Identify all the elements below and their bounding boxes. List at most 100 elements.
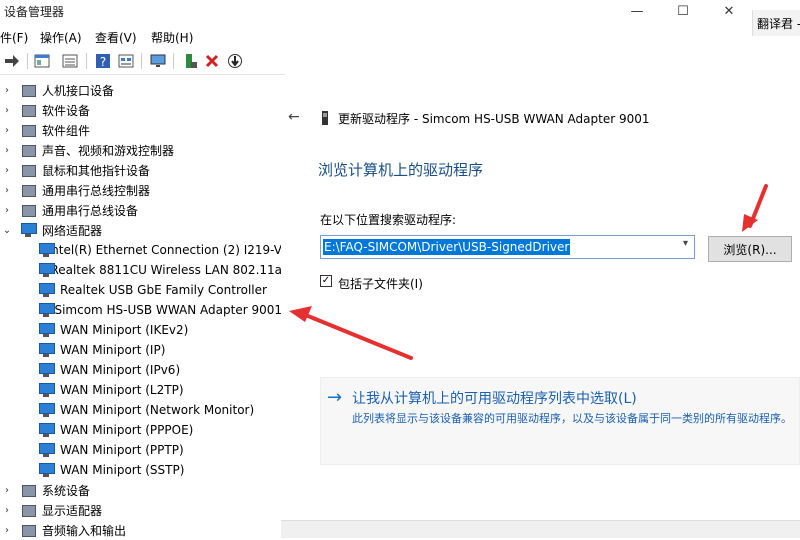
dialog-title: 更新驱动程序 - Simcom HS-USB WWAN Adapter 9001	[338, 112, 650, 126]
include-subfolders-checkbox[interactable]: ✓	[320, 275, 332, 287]
minimize-button[interactable]: —	[614, 0, 660, 22]
tree-item-label: WAN Miniport (PPTP)	[60, 443, 184, 457]
network-adapter-icon	[38, 322, 55, 338]
tree-item-label: Realtek USB GbE Family Controller	[60, 283, 267, 297]
menu-help[interactable]: 帮助(H)	[151, 29, 193, 46]
tree-category[interactable]: › 软件设备	[2, 100, 90, 120]
chevron-right-icon[interactable]: ›	[2, 140, 12, 160]
uninstall-icon[interactable]	[203, 52, 221, 70]
tree-category[interactable]: › 通用串行总线控制器	[2, 180, 150, 200]
chevron-right-icon[interactable]: ›	[2, 200, 12, 220]
network-adapter-icon	[38, 282, 55, 298]
tree-category-network[interactable]: ⌄ 网络适配器	[2, 220, 102, 240]
network-adapter-icon	[38, 242, 55, 258]
tree-item-network-adapter[interactable]: WAN Miniport (SSTP)	[38, 460, 282, 480]
window-title: 设备管理器	[4, 5, 65, 19]
chevron-right-icon[interactable]: ›	[2, 160, 12, 180]
toolbar-separator	[173, 53, 174, 69]
tree-item-label: Intel(R) Ethernet Connection (2) I219-V	[47, 243, 282, 257]
tree-category[interactable]: › 音频输入和输出	[2, 520, 126, 540]
tree-category-label: 声音、视频和游戏控制器	[42, 143, 175, 158]
tree-category-label: 鼠标和其他指针设备	[42, 163, 151, 178]
menu-action[interactable]: 操作(A)	[40, 29, 82, 46]
tree-item-simcom-adapter[interactable]: Simcom HS-USB WWAN Adapter 9001	[38, 300, 282, 320]
tree-item-network-adapter[interactable]: WAN Miniport (IKEv2)	[38, 320, 282, 340]
tree-category[interactable]: › 鼠标和其他指针设备	[2, 160, 150, 180]
maximize-button[interactable]: ☐	[660, 0, 706, 22]
driver-path-combobox[interactable]: E:\FAQ-SIMCOM\Driver\USB-SignedDriver ▾	[320, 235, 695, 259]
toolbar-separator	[27, 53, 28, 69]
driver-path-value[interactable]: E:\FAQ-SIMCOM\Driver\USB-SignedDriver	[323, 239, 571, 255]
details-icon[interactable]	[61, 52, 79, 70]
sound-icon	[20, 142, 36, 158]
audio-io-icon	[20, 522, 36, 538]
tree-item-network-adapter[interactable]: WAN Miniport (PPTP)	[38, 440, 282, 460]
chevron-right-icon[interactable]: ›	[2, 80, 12, 100]
tree-category[interactable]: › 声音、视频和游戏控制器	[2, 140, 174, 160]
browse-button[interactable]: 浏览(R)...	[708, 236, 792, 262]
tree-category[interactable]: › 软件组件	[2, 120, 90, 140]
arrow-right-icon: →	[327, 387, 343, 408]
tree-item-label: WAN Miniport (SSTP)	[60, 463, 185, 477]
svg-text:?: ?	[100, 55, 106, 69]
tree-item-network-adapter[interactable]: Intel(R) Ethernet Connection (2) I219-V	[38, 240, 282, 260]
tree-category-label: 通用串行总线控制器	[42, 183, 151, 198]
forward-icon[interactable]	[3, 52, 21, 70]
chevron-right-icon[interactable]: ›	[2, 180, 12, 200]
chevron-right-icon[interactable]: ›	[2, 100, 12, 120]
menu-view[interactable]: 查看(V)	[95, 29, 137, 46]
network-adapter-icon	[38, 462, 55, 478]
back-arrow-icon[interactable]: ←	[288, 109, 300, 125]
tree-item-network-adapter[interactable]: WAN Miniport (L2TP)	[38, 380, 282, 400]
taskbar-tab-translator[interactable]: 翻译君 - 谷	[752, 10, 800, 36]
device-icon	[320, 111, 330, 128]
tree-category[interactable]: › 显示适配器	[2, 500, 102, 520]
software-component-icon	[20, 122, 36, 138]
tree-category[interactable]: › 人机接口设备	[2, 80, 114, 100]
usb-icon	[20, 182, 36, 198]
properties-icon[interactable]	[33, 52, 51, 70]
tree-item-network-adapter[interactable]: Realtek USB GbE Family Controller	[38, 280, 282, 300]
tree-category-label: 网络适配器	[42, 223, 103, 238]
tree-category-label: 软件组件	[42, 123, 91, 138]
tree-item-label: WAN Miniport (PPPOE)	[60, 423, 194, 437]
chevron-right-icon[interactable]: ›	[2, 480, 12, 500]
network-adapter-icon	[38, 382, 55, 398]
dialog-footer	[281, 520, 800, 538]
network-adapter-icon	[38, 442, 55, 458]
menu-file[interactable]: 件(F)	[0, 29, 28, 46]
tree-item-network-adapter[interactable]: WAN Miniport (IP)	[38, 340, 282, 360]
disable-icon[interactable]	[226, 52, 244, 70]
include-subfolders-label[interactable]: 包括子文件夹(I)	[338, 275, 423, 292]
update-driver-icon[interactable]	[181, 52, 199, 70]
network-adapter-icon	[38, 302, 55, 318]
monitor-icon[interactable]	[149, 52, 167, 70]
tree-category-label: 通用串行总线设备	[42, 203, 139, 218]
tree-category[interactable]: › 系统设备	[2, 480, 90, 500]
toolbar-separator	[141, 53, 142, 69]
tree-item-network-adapter[interactable]: WAN Miniport (Network Monitor)	[38, 400, 282, 420]
tree-item-network-adapter[interactable]: WAN Miniport (IPv6)	[38, 360, 282, 380]
view-icon[interactable]	[117, 52, 135, 70]
tree-item-label: WAN Miniport (IP)	[60, 343, 166, 357]
chevron-down-icon[interactable]: ⌄	[2, 220, 12, 240]
dialog-heading: 浏览计算机上的驱动程序	[318, 161, 484, 179]
tree-category[interactable]: › 通用串行总线设备	[2, 200, 138, 220]
tree-item-network-adapter[interactable]: Realtek 8811CU Wireless LAN 802.11a	[38, 260, 282, 280]
tree-item-label: WAN Miniport (Network Monitor)	[60, 403, 255, 417]
tree-category-label: 人机接口设备	[42, 83, 115, 98]
chevron-right-icon[interactable]: ›	[2, 500, 12, 520]
tree-item-network-adapter[interactable]: WAN Miniport (PPPOE)	[38, 420, 282, 440]
help-icon[interactable]: ?	[94, 52, 112, 70]
network-adapter-icon	[38, 422, 55, 438]
pick-driver-option-description: 此列表将显示与该设备兼容的可用驱动程序，以及与该设备属于同一类别的所有驱动程序。	[352, 412, 792, 425]
tree-item-label: Simcom HS-USB WWAN Adapter 9001	[54, 303, 282, 317]
network-adapter-icon	[38, 262, 55, 278]
close-button[interactable]: ✕	[706, 0, 752, 22]
chevron-down-icon[interactable]: ▾	[683, 238, 688, 249]
chevron-right-icon[interactable]: ›	[2, 120, 12, 140]
chevron-right-icon[interactable]: ›	[2, 520, 12, 540]
hid-icon	[20, 82, 36, 98]
toolbar-separator	[86, 53, 87, 69]
pick-driver-option-title[interactable]: 让我从计算机上的可用驱动程序列表中选取(L)	[352, 388, 637, 408]
